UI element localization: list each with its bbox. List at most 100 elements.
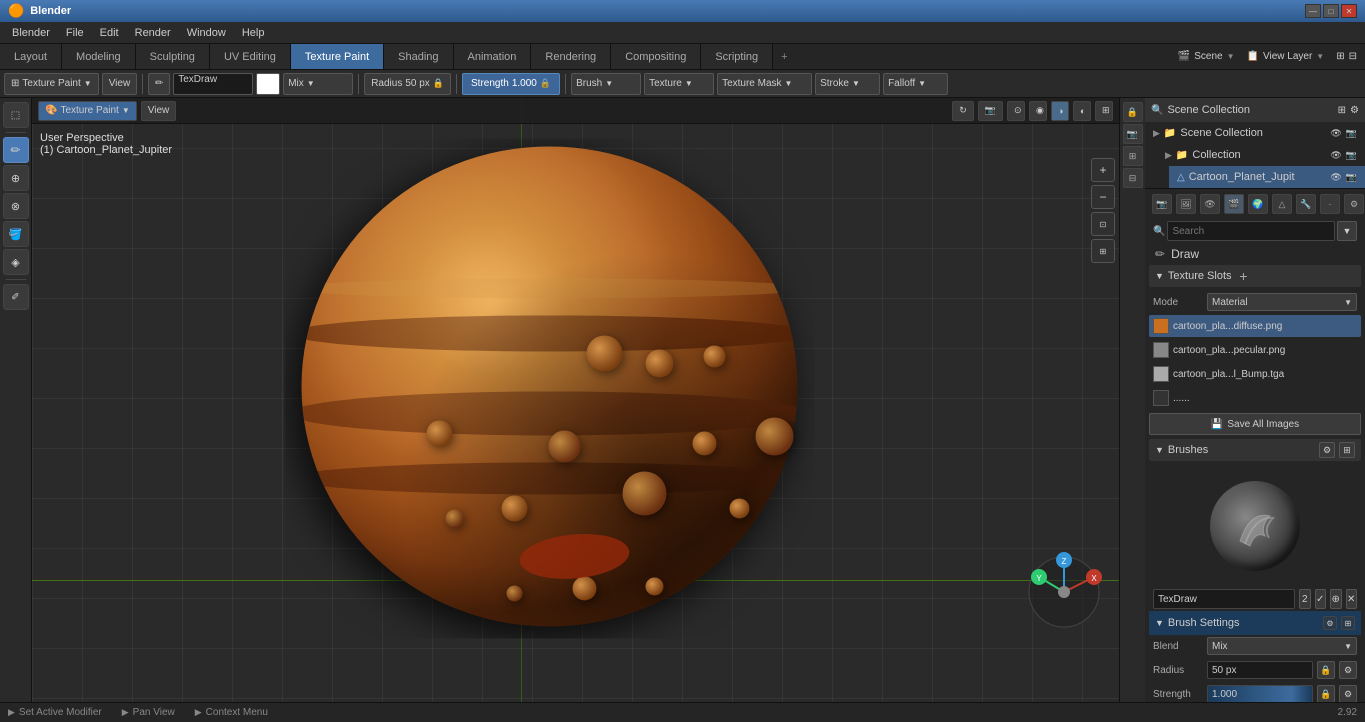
view-grid-btn[interactable]: ⊟ xyxy=(1123,168,1143,188)
save-all-images-btn[interactable]: 💾 Save All Images xyxy=(1149,413,1361,435)
menu-blender[interactable]: Blender xyxy=(4,22,58,44)
vp-overlay-btn[interactable]: ⊞ xyxy=(1095,101,1113,121)
tool-smear[interactable]: ⊗ xyxy=(3,193,29,219)
menu-render[interactable]: Render xyxy=(127,22,179,44)
texture-mask-dropdown[interactable]: Texture Mask ▼ xyxy=(717,73,812,95)
menu-window[interactable]: Window xyxy=(179,22,234,44)
vp-viewport-shade4[interactable]: ◐ xyxy=(1073,101,1091,121)
close-button[interactable]: ✕ xyxy=(1341,4,1357,18)
panel-icon2[interactable]: ⊟ xyxy=(1349,51,1357,62)
view-layer-dropdown-icon[interactable]: ▼ xyxy=(1316,52,1324,61)
brush-expand-icon[interactable]: ⊞ xyxy=(1339,442,1355,458)
visibility-icon[interactable]: 👁 xyxy=(1330,128,1341,139)
texture-slots-add-btn[interactable]: + xyxy=(1236,268,1252,284)
texture-slots-header[interactable]: ▼ Texture Slots + xyxy=(1149,265,1361,287)
brush-settings-icon[interactable]: ⚙ xyxy=(1319,442,1335,458)
radius-field[interactable]: Radius 50 px 🔒 xyxy=(364,73,451,95)
prop-icon-world[interactable]: 🌍 xyxy=(1248,194,1268,214)
viewport[interactable]: 🎨 Texture Paint ▼ View ↻ 📷 ⊙ ◉ ◑ ◐ ⊞ xyxy=(32,98,1119,702)
obj-render-icon[interactable]: 📷 xyxy=(1346,172,1357,183)
brush-settings-header[interactable]: ▼ Brush Settings ⚙ ⊞ xyxy=(1149,611,1361,635)
radius-lock-btn[interactable]: 🔒 xyxy=(1317,661,1335,679)
blend-dropdown[interactable]: Mix ▼ xyxy=(1207,637,1357,655)
render-icon[interactable]: 📷 xyxy=(1346,128,1357,139)
texture-dropdown[interactable]: Texture ▼ xyxy=(644,73,714,95)
tool-draw[interactable]: ✏ xyxy=(3,137,29,163)
prop-icon-view[interactable]: 👁 xyxy=(1200,194,1220,214)
brush-dropdown[interactable]: Brush ▼ xyxy=(571,73,641,95)
bs-expand-icon2[interactable]: ⊞ xyxy=(1341,616,1355,630)
col-visibility-icon[interactable]: 👁 xyxy=(1330,150,1341,161)
strength-field[interactable]: Strength 1.000 🔒 xyxy=(462,73,560,95)
outliner-collection[interactable]: ▶ 📁 Collection 👁 📷 xyxy=(1157,144,1365,166)
vp-viewport-shade1[interactable]: ⊙ xyxy=(1007,101,1025,121)
falloff-dropdown[interactable]: Falloff ▼ xyxy=(883,73,948,95)
prop-icon-modifier[interactable]: 🔧 xyxy=(1296,194,1316,214)
camera-track-btn[interactable]: 📷 xyxy=(1123,124,1143,144)
outliner-settings-icon[interactable]: ⚙ xyxy=(1350,105,1359,116)
mode-selector[interactable]: ⊞ Texture Paint ▼ xyxy=(4,73,99,95)
vp-mode-btn[interactable]: 🎨 Texture Paint ▼ xyxy=(38,101,137,121)
strength-lock-btn[interactable]: 🔒 xyxy=(1317,685,1335,702)
brush-name-input[interactable]: TexDraw xyxy=(173,73,253,95)
texture-slot-3[interactable]: ...... xyxy=(1149,387,1361,409)
scene-dropdown-icon[interactable]: ▼ xyxy=(1227,52,1235,61)
render-region-btn[interactable]: ⊞ xyxy=(1123,146,1143,166)
tool-soften[interactable]: ⊕ xyxy=(3,165,29,191)
zoom-out-btn[interactable]: − xyxy=(1091,185,1115,209)
texture-slot-0[interactable]: cartoon_pla...diffuse.png xyxy=(1149,315,1361,337)
tab-compositing[interactable]: Compositing xyxy=(611,44,701,69)
tab-shading[interactable]: Shading xyxy=(384,44,453,69)
lock-btn[interactable]: 🔒 xyxy=(1123,102,1143,122)
search-input[interactable] xyxy=(1167,221,1335,241)
mode-dropdown[interactable]: Material ▼ xyxy=(1207,293,1357,311)
tool-annotate[interactable]: ✐ xyxy=(3,284,29,310)
outliner-filter-icon[interactable]: ⊞ xyxy=(1338,105,1346,116)
vp-rotate-btn[interactable]: ↻ xyxy=(952,101,974,121)
menu-help[interactable]: Help xyxy=(234,22,273,44)
vp-viewport-shade3[interactable]: ◑ xyxy=(1051,101,1069,121)
tool-mask[interactable]: ◈ xyxy=(3,249,29,275)
prop-icon-render[interactable]: 📷 xyxy=(1152,194,1172,214)
stroke-dropdown[interactable]: Stroke ▼ xyxy=(815,73,880,95)
menu-edit[interactable]: Edit xyxy=(92,22,127,44)
texture-slot-2[interactable]: cartoon_pla...l_Bump.tga xyxy=(1149,363,1361,385)
tab-layout[interactable]: Layout xyxy=(0,44,62,69)
radius-prop-value[interactable]: 50 px xyxy=(1207,661,1313,679)
tool-fill[interactable]: 🪣 xyxy=(3,221,29,247)
tab-modeling[interactable]: Modeling xyxy=(62,44,136,69)
prop-icon-object[interactable]: △ xyxy=(1272,194,1292,214)
zoom-in-btn[interactable]: + xyxy=(1091,158,1115,182)
prop-icon-output[interactable]: 🖼 xyxy=(1176,194,1196,214)
texture-slot-1[interactable]: cartoon_pla...pecular.png xyxy=(1149,339,1361,361)
tab-sculpting[interactable]: Sculpting xyxy=(136,44,210,69)
outliner-object[interactable]: △ Cartoon_Planet_Jupit 👁 📷 xyxy=(1169,166,1365,188)
vp-camera-btn[interactable]: 📷 xyxy=(978,101,1003,121)
brushes-header[interactable]: ▼ Brushes ⚙ ⊞ xyxy=(1149,439,1361,461)
tab-rendering[interactable]: Rendering xyxy=(531,44,611,69)
local-view-btn[interactable]: ⊞ xyxy=(1091,239,1115,263)
vp-viewport-shade2[interactable]: ◉ xyxy=(1029,101,1047,121)
view-button[interactable]: View xyxy=(102,73,138,95)
brush-copy-btn[interactable]: ⊕ xyxy=(1330,589,1342,609)
outliner-scene-collection[interactable]: ▶ 📁 Scene Collection 👁 📷 xyxy=(1145,122,1365,144)
brush-delete-btn[interactable]: ✕ xyxy=(1346,589,1358,609)
brush-save-btn[interactable]: ✓ xyxy=(1315,589,1327,609)
prop-icon-particles[interactable]: · xyxy=(1320,194,1340,214)
panel-icon1[interactable]: ⊞ xyxy=(1336,51,1344,62)
mix-dropdown[interactable]: Mix ▼ xyxy=(283,73,353,95)
tab-animation[interactable]: Animation xyxy=(454,44,532,69)
brush-icon-btn[interactable]: ✏ xyxy=(148,73,170,95)
strength-prop-value[interactable]: 1.000 xyxy=(1207,685,1313,702)
menu-file[interactable]: File xyxy=(58,22,92,44)
filter-btn[interactable]: ▼ xyxy=(1337,221,1357,241)
prop-icon-physics[interactable]: ⚙ xyxy=(1344,194,1364,214)
view-all-btn[interactable]: ⊡ xyxy=(1091,212,1115,236)
tab-texture-paint[interactable]: Texture Paint xyxy=(291,44,384,69)
col-render-icon[interactable]: 📷 xyxy=(1346,150,1357,161)
strength-settings-btn[interactable]: ⚙ xyxy=(1339,685,1357,702)
nav-gizmo[interactable]: X Y Z xyxy=(1024,552,1104,632)
foreground-color[interactable] xyxy=(256,73,280,95)
bs-settings-icon[interactable]: ⚙ xyxy=(1323,616,1337,630)
tool-select[interactable]: ⬚ xyxy=(3,102,29,128)
